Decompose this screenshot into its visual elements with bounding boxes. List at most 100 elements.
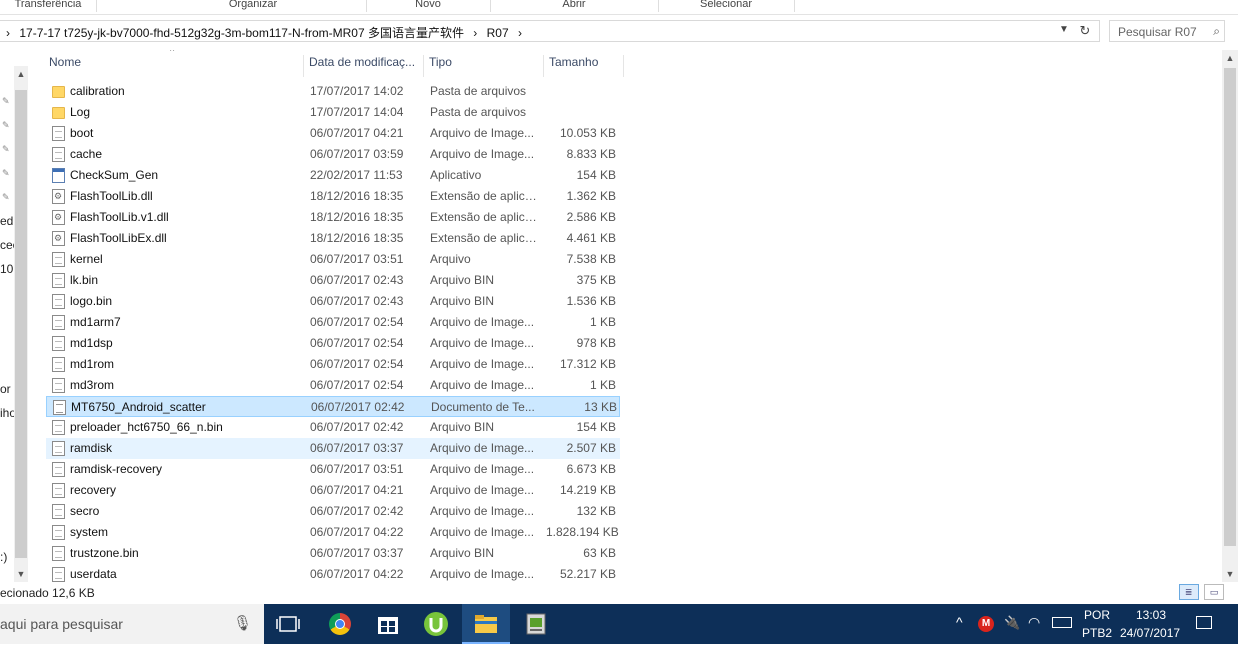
- chrome-button[interactable]: [316, 604, 364, 644]
- power-icon[interactable]: 🔌: [1004, 604, 1022, 644]
- file-date-modified: 17/07/2017 14:02: [310, 84, 404, 98]
- file-row[interactable]: ramdisk 06/07/2017 03:37 Arquivo de Image.…: [46, 438, 620, 459]
- column-header-name[interactable]: Nome: [44, 55, 304, 77]
- task-view-button[interactable]: [264, 604, 312, 644]
- chevron-down-icon[interactable]: ▼: [1057, 24, 1071, 38]
- file-name: CheckSum_Gen: [70, 168, 159, 182]
- nav-item[interactable]: :): [0, 550, 7, 564]
- file-name: recovery: [70, 483, 117, 497]
- nav-item[interactable]: ed: [0, 214, 13, 228]
- file-size: 375 KB: [576, 273, 616, 287]
- file-row[interactable]: recovery 06/07/2017 04:21 Arquivo de Image…: [46, 480, 620, 501]
- file-type: Arquivo BIN: [430, 546, 495, 560]
- breadcrumb-separator[interactable]: ›: [473, 26, 477, 40]
- column-header-date[interactable]: Data de modificaç...: [304, 55, 424, 77]
- wifi-icon[interactable]: ◠: [1028, 604, 1046, 644]
- file-row[interactable]: ramdisk-recovery 06/07/2017 03:51 Arquivo …: [46, 459, 620, 480]
- file-row[interactable]: secro 06/07/2017 02:42 Arquivo de Image...…: [46, 501, 620, 522]
- nav-scrollbar[interactable]: ▲ ▼: [14, 66, 28, 582]
- file-row[interactable]: logo.bin 06/07/2017 02:43 Arquivo BIN 1.536…: [46, 291, 620, 312]
- store-button[interactable]: [364, 604, 412, 644]
- address-bar[interactable]: › 17-7-17 t725y-jk-bv7000-fhd-512g32g-3m…: [0, 20, 1100, 42]
- file-row[interactable]: md1arm7 06/07/2017 02:54 Arquivo de Image.…: [46, 312, 620, 333]
- file-row[interactable]: FlashToolLib.dll 18/12/2016 18:35 Extensão…: [46, 186, 620, 207]
- file-row[interactable]: Log 17/07/2017 14:04 Pasta de arquivos: [46, 102, 620, 123]
- file-name: md1arm7: [70, 315, 121, 329]
- action-center-icon[interactable]: [1196, 604, 1216, 644]
- file-row[interactable]: FlashToolLibEx.dll 18/12/2016 18:35 Extens…: [46, 228, 620, 249]
- file-size: 154 KB: [576, 420, 616, 434]
- file-row[interactable]: system 06/07/2017 04:22 Arquivo de Image..…: [46, 522, 620, 543]
- file-name: MT6750_Android_scatter: [71, 400, 206, 414]
- file-row[interactable]: md3rom 06/07/2017 02:54 Arquivo de Image..…: [46, 375, 620, 396]
- breadcrumb-separator[interactable]: ›: [6, 26, 10, 40]
- breadcrumb-parent-folder[interactable]: 17-7-17 t725y-jk-bv7000-fhd-512g32g-3m-b…: [19, 26, 464, 40]
- file-size: 154 KB: [576, 168, 616, 182]
- file-type: Arquivo de Image...: [430, 126, 535, 140]
- search-input[interactable]: Pesquisar R07 ⌕: [1109, 20, 1225, 42]
- scrollbar-thumb[interactable]: [15, 90, 27, 558]
- file-name: ramdisk: [70, 441, 113, 455]
- file-type: Arquivo de Image...: [430, 336, 535, 350]
- folder-icon: [475, 615, 497, 633]
- nav-item[interactable]: or: [0, 382, 11, 396]
- folder-icon: [52, 86, 65, 98]
- refresh-icon[interactable]: ↻: [1077, 23, 1093, 39]
- scroll-down-icon[interactable]: ▼: [14, 566, 28, 582]
- file-name: ramdisk-recovery: [70, 462, 163, 476]
- file-row[interactable]: userdata 06/07/2017 04:22 Arquivo de Image…: [46, 564, 620, 584]
- file-row[interactable]: kernel 06/07/2017 03:51 Arquivo 7.538 KB: [46, 249, 620, 270]
- breadcrumb-separator[interactable]: ›: [518, 26, 522, 40]
- file-name: logo.bin: [70, 294, 113, 308]
- scrollbar-thumb[interactable]: [1224, 68, 1236, 546]
- taskbar: aqui para pesquisar 🎙 ^ M 🔌 ◠ POR PTB2 1…: [0, 604, 1238, 644]
- utorrent-icon: [424, 612, 448, 636]
- file-date-modified: 06/07/2017 02:43: [310, 294, 404, 308]
- file-row[interactable]: trustzone.bin 06/07/2017 03:37 Arquivo BIN…: [46, 543, 620, 564]
- details-view-icon[interactable]: ≣: [1178, 584, 1199, 600]
- file-row[interactable]: CheckSum_Gen 22/02/2017 11:53 Aplicativo 15…: [46, 165, 620, 186]
- file-row[interactable]: lk.bin 06/07/2017 02:43 Arquivo BIN 375 KB: [46, 270, 620, 291]
- utorrent-button[interactable]: [412, 604, 460, 644]
- column-header-size[interactable]: Tamanho: [544, 55, 624, 77]
- file-row[interactable]: MT6750_Android_scatter 06/07/2017 02:42 Do…: [46, 396, 620, 417]
- file-row[interactable]: md1dsp 06/07/2017 02:54 Arquivo de Image..…: [46, 333, 620, 354]
- scroll-up-icon[interactable]: ▲: [1222, 50, 1238, 66]
- file-row[interactable]: calibration 17/07/2017 14:02 Pasta de arqu…: [46, 81, 620, 102]
- large-icons-view-icon[interactable]: ▭: [1204, 584, 1224, 600]
- file-name: preloader_hct6750_66_n.bin: [70, 420, 223, 434]
- file-size: 8.833 KB: [566, 147, 616, 161]
- file-name: FlashToolLib.dll: [70, 189, 153, 203]
- file-size: 4.461 KB: [566, 231, 616, 245]
- file-icon: [52, 504, 65, 519]
- file-row[interactable]: preloader_hct6750_66_n.bin 06/07/2017 02:…: [46, 417, 620, 438]
- taskbar-search[interactable]: aqui para pesquisar 🎙: [0, 604, 264, 644]
- breadcrumb-current-folder[interactable]: R07: [487, 26, 509, 40]
- file-row[interactable]: FlashToolLib.v1.dll 18/12/2016 18:35 Exten…: [46, 207, 620, 228]
- tray-overflow-icon[interactable]: ^: [956, 604, 970, 644]
- column-header-type[interactable]: Tipo: [424, 55, 544, 77]
- clock-date: 24/07/2017: [1120, 626, 1181, 640]
- keyboard-icon[interactable]: [1052, 604, 1076, 644]
- file-icon: [52, 147, 65, 162]
- file-date-modified: 17/07/2017 14:04: [310, 105, 404, 119]
- file-explorer-button[interactable]: [462, 604, 510, 644]
- clock[interactable]: 13:03 24/07/2017: [1118, 604, 1184, 644]
- file-type: Arquivo de Image...: [430, 504, 535, 518]
- file-row[interactable]: cache 06/07/2017 03:59 Arquivo de Image...…: [46, 144, 620, 165]
- antivirus-icon[interactable]: M: [978, 604, 996, 644]
- search-icon[interactable]: ⌕: [1213, 24, 1220, 39]
- nav-item[interactable]: 10: [0, 262, 13, 276]
- scroll-up-icon[interactable]: ▲: [14, 66, 28, 82]
- file-icon: [52, 483, 65, 498]
- microphone-icon[interactable]: 🎙: [233, 614, 252, 632]
- file-row[interactable]: boot 06/07/2017 04:21 Arquivo de Image... 1…: [46, 123, 620, 144]
- store-icon: [378, 617, 398, 634]
- file-list-scrollbar[interactable]: ▲ ▼: [1222, 50, 1238, 582]
- file-row[interactable]: md1rom 06/07/2017 02:54 Arquivo de Image..…: [46, 354, 620, 375]
- scroll-down-icon[interactable]: ▼: [1222, 566, 1238, 582]
- file-size: 1.536 KB: [566, 294, 616, 308]
- file-type: Arquivo de Image...: [430, 315, 535, 329]
- app-button[interactable]: [512, 604, 560, 644]
- input-language[interactable]: POR PTB2: [1080, 604, 1112, 644]
